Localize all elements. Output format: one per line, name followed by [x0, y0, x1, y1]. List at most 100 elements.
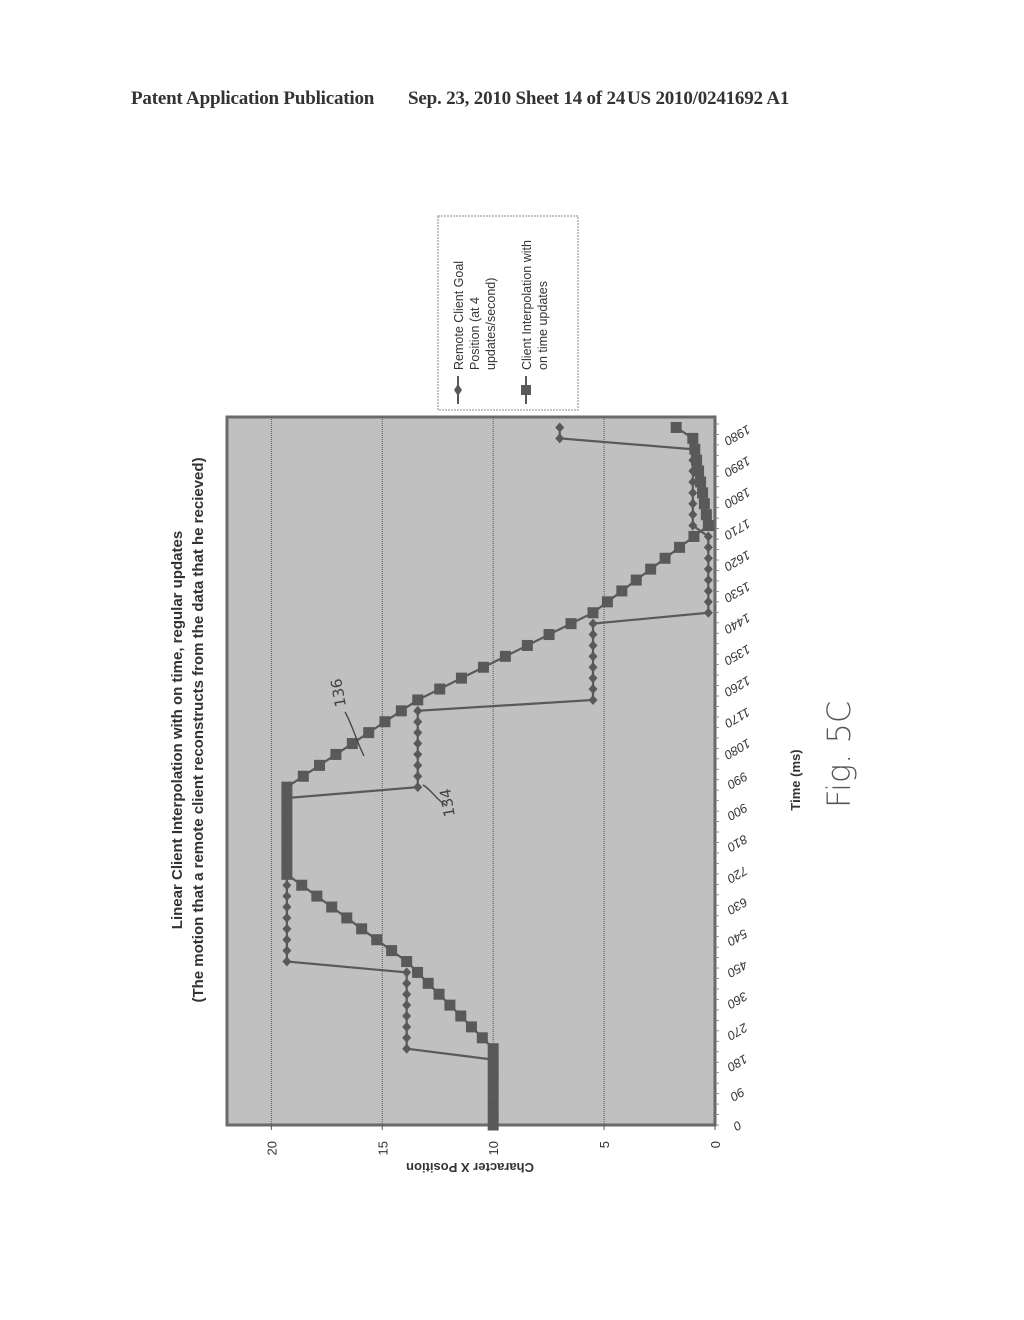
data-point-square	[296, 879, 308, 891]
x-tick-label: 0	[731, 1118, 744, 1134]
x-tick-label: 720	[725, 863, 750, 886]
y-tick-label-group: 10	[486, 1141, 501, 1155]
data-point-square	[326, 901, 338, 913]
data-point-square	[395, 705, 407, 717]
x-tick-label-group: 720	[725, 863, 750, 886]
data-point-square	[422, 977, 434, 989]
data-point-square	[487, 1043, 499, 1055]
data-point-square	[487, 1097, 499, 1109]
data-point-square	[702, 520, 714, 532]
data-point-square	[412, 966, 424, 978]
x-tick-label-group: 1710	[722, 516, 753, 542]
data-point-square	[691, 454, 703, 466]
data-point-square	[689, 443, 701, 455]
data-point-square	[695, 476, 707, 488]
data-point-square	[363, 727, 375, 739]
x-tick-label-group: 990	[725, 769, 750, 792]
figure-label: Fig. 5C	[820, 701, 858, 808]
data-point-square	[487, 1075, 499, 1087]
chart-subtitle: (The motion that a remote client reconst…	[190, 457, 207, 1002]
data-point-square	[499, 650, 511, 662]
x-tick-label-group: 1260	[722, 673, 753, 699]
y-axis-title: Character X Position	[406, 1160, 534, 1175]
data-point-square	[487, 1054, 499, 1066]
y-tick-label: 20	[264, 1141, 279, 1155]
data-point-square	[281, 857, 293, 869]
x-tick-label-group: 1350	[722, 642, 753, 668]
x-tick-label-group: 630	[725, 895, 750, 918]
x-tick-label: 90	[728, 1085, 747, 1104]
x-tick-label: 1530	[722, 579, 753, 605]
y-tick-label: 5	[597, 1141, 612, 1148]
x-tick-label-group: 180	[725, 1052, 750, 1075]
data-point-square	[281, 836, 293, 848]
x-tick-label: 1440	[722, 610, 753, 636]
data-point-square	[487, 1065, 499, 1077]
time-axis-ticks: 0 90 180 270 360 450 540 630 720 810 900 990 1080 117…	[715, 422, 753, 1133]
x-tick-label: 1980	[722, 422, 753, 448]
data-point-square	[281, 781, 293, 793]
data-point-square	[477, 661, 489, 673]
data-point-square	[330, 748, 342, 760]
y-tick-label: 10	[486, 1141, 501, 1155]
data-point-square	[688, 530, 700, 542]
x-tick-label-group: 90	[728, 1085, 747, 1104]
x-tick-label-group: 1890	[722, 453, 753, 479]
x-tick-label: 180	[725, 1052, 750, 1075]
x-tick-label: 540	[725, 926, 750, 949]
data-point-square	[297, 770, 309, 782]
x-tick-label-group: 540	[725, 926, 750, 949]
x-tick-label-group: 1800	[722, 485, 753, 511]
data-point-square	[630, 574, 642, 586]
y-tick-label-group: 20	[264, 1141, 279, 1155]
x-tick-label: 360	[725, 989, 750, 1012]
data-point-square	[698, 498, 710, 510]
data-point-square	[412, 694, 424, 706]
data-point-square	[281, 803, 293, 815]
data-point-square	[697, 487, 709, 499]
x-tick-label: 270	[725, 1020, 751, 1043]
x-tick-label: 1620	[722, 548, 753, 574]
data-point-square	[281, 825, 293, 837]
legend: Remote Client Goal Position (at 4 update…	[437, 215, 579, 411]
data-point-square	[700, 509, 712, 521]
x-tick-label: 1350	[722, 642, 753, 668]
data-point-square	[487, 1108, 499, 1120]
data-point-square	[341, 912, 353, 924]
data-point-square	[476, 1032, 488, 1044]
data-point-square	[434, 683, 446, 695]
data-point-square	[687, 432, 699, 444]
y-tick-label-group: 5	[597, 1141, 612, 1148]
data-point-square	[487, 1119, 499, 1131]
data-point-square	[379, 716, 391, 728]
x-tick-label: 1260	[722, 673, 753, 699]
y-tick-label: 15	[375, 1141, 390, 1155]
data-point-square	[386, 945, 398, 957]
data-point-square	[346, 738, 358, 750]
data-point-square	[281, 792, 293, 804]
data-point-square	[670, 421, 682, 433]
data-point-square	[311, 890, 323, 902]
data-point-square	[433, 988, 445, 1000]
data-point-square	[455, 1010, 467, 1022]
x-tick-label-group: 270	[725, 1020, 751, 1043]
data-point-square	[281, 814, 293, 826]
data-point-square	[587, 607, 599, 619]
x-tick-label: 630	[725, 895, 750, 918]
data-point-square	[543, 629, 555, 641]
data-point-square	[674, 541, 686, 553]
data-point-square	[281, 868, 293, 880]
x-tick-label-group: 1980	[722, 422, 753, 448]
data-point-square	[645, 563, 657, 575]
x-tick-label-group: 1530	[722, 579, 753, 605]
x-axis-title: Time (ms)	[788, 749, 803, 810]
x-tick-label: 1080	[722, 736, 753, 762]
y-tick-label: 0	[708, 1141, 723, 1148]
data-point-square	[444, 999, 456, 1011]
x-tick-label: 1170	[722, 705, 752, 731]
y-tick-label-group: 0	[708, 1141, 723, 1148]
data-point-square	[465, 1021, 477, 1033]
data-point-square	[455, 672, 467, 684]
legend-client-marker	[521, 385, 531, 395]
x-tick-label-group: 360	[725, 989, 750, 1012]
